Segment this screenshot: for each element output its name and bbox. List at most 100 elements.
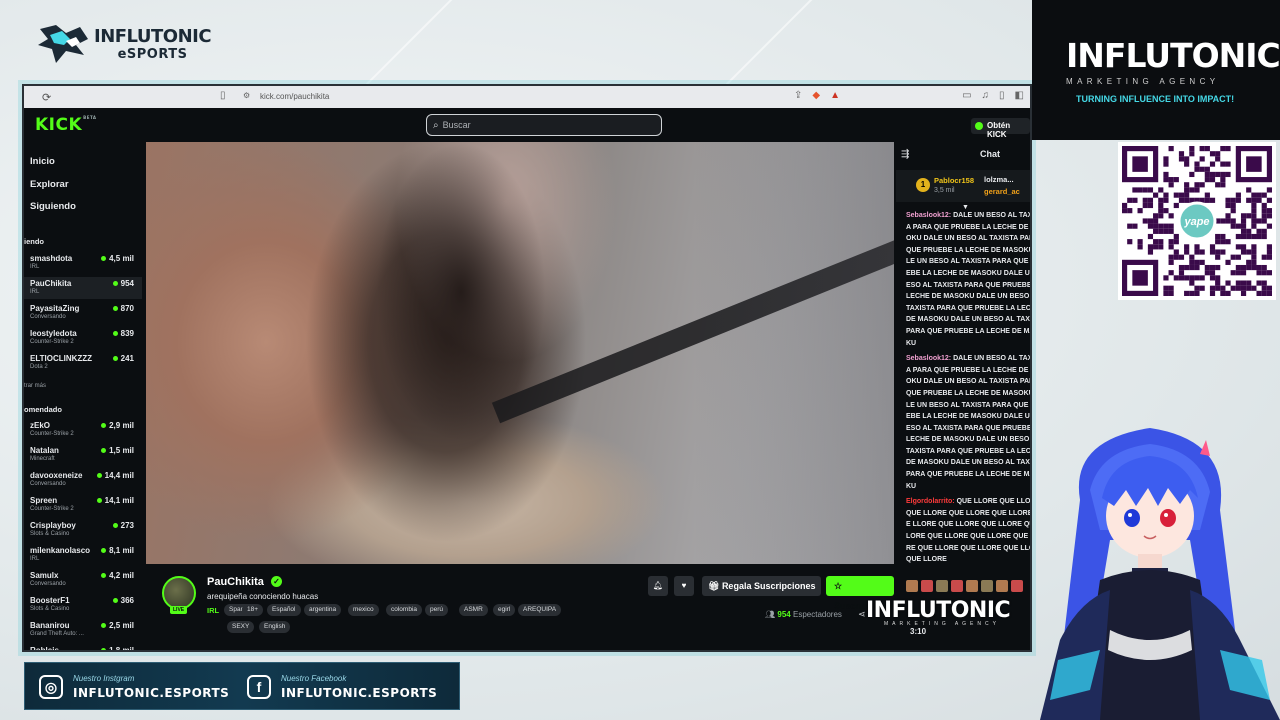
sidebar-channel[interactable]: BoosterF1 Slots & Casino 366 [24,594,142,616]
channel-category: Slots & Casino [30,531,70,537]
overlay-word: INFLUTONIC [866,598,1011,623]
window-icon[interactable]: ◧ [1015,90,1024,101]
stream-tag[interactable]: SEXY [227,621,255,633]
decor-stripe [725,0,855,86]
sidebar-channel[interactable]: PauChikita IRL 954 [24,277,142,299]
site-settings-icon[interactable]: ⚙ [243,91,250,100]
chat-title: Chat [980,149,1000,159]
channel-viewers: 14,4 mil [97,471,134,480]
search-box[interactable]: ⌕ [426,114,662,136]
instagram-icon: ◎ [39,675,63,699]
stream-tag[interactable]: English [259,621,291,633]
top-gifter-name[interactable]: Pablocr158 [934,176,974,185]
chat-panel: ⇶ Chat 1 Pablocr158 3,5 mil lolzma... ge… [896,142,1030,650]
emote-bar[interactable] [906,580,1023,592]
streamer-avatar[interactable] [162,576,196,610]
nav-following[interactable]: Siguiendo [30,201,76,212]
emote-icon[interactable] [921,580,933,592]
sidebar-channel[interactable]: smashdota IRL 4,5 mil [24,252,142,274]
stream-tag[interactable]: ASMR [459,604,488,616]
share-icon[interactable]: ⋖ [858,609,866,620]
sidebar-channel[interactable]: davooxeneize Conversando 14,4 mil [24,469,142,491]
emote-icon[interactable] [981,580,993,592]
nav-explore[interactable]: Explorar [30,179,69,190]
sidebar-channel[interactable]: Spreen Counter-Strike 2 14,1 mil [24,494,142,516]
recommended-section-header: omendado [24,405,62,414]
channel-name: Robleis [30,646,59,650]
brave-shield-icon[interactable]: ◆ [812,90,820,101]
get-kick-button[interactable]: Obtén KICK [971,118,1030,139]
sidebar-channel[interactable]: ELTIOCLINKZZZ Dota 2 241 [24,352,142,374]
gift-subs-button[interactable]: 🎁︎ Regala Suscripciones [702,576,822,596]
chat-username[interactable]: Sebaslook12: [906,355,951,362]
follow-heart-button[interactable]: ♥ [674,576,694,596]
channel-name: davooxeneize [30,471,83,480]
show-more-link[interactable]: trar más [24,383,46,389]
stream-uptime: 3:10 [910,627,927,636]
stream-tag[interactable]: argentina [304,604,342,616]
stream-tag[interactable]: egirl [493,604,516,616]
emote-icon[interactable] [966,580,978,592]
channel-name: Natalan [30,446,59,455]
url-text[interactable]: kick.com/pauchikita [260,92,329,101]
emote-icon[interactable] [906,580,918,592]
media-icon[interactable]: ♫ [982,90,990,101]
channel-name: BoosterF1 [30,596,70,605]
stream-tag[interactable]: Español [267,604,301,616]
chat-collapse-icon[interactable]: ⇶ [901,149,909,160]
subscribe-button[interactable]: ☆ Suscribirse [826,576,894,611]
sidebar-channel[interactable]: PayasitaZing Conversando 870 [24,302,142,324]
verified-icon: ✓ [271,576,282,587]
search-input[interactable] [442,120,643,130]
brave-rewards-icon[interactable]: ▲ [830,90,840,101]
gifter-name[interactable]: lolzma... [984,175,1014,184]
address-bar: ⟳ ▯ ⚙ kick.com/pauchikita ⇪ ◆ ▲ ▭ ♫ ▯ ◧ [24,86,1030,108]
stream-tag[interactable]: perú [425,604,449,616]
sidebar-channel[interactable]: zEkO Counter-Strike 2 2,9 mil [24,419,142,441]
emote-icon[interactable] [996,580,1008,592]
stream-tag[interactable]: AREQUIPA [518,604,562,616]
channel-category: Conversando [30,314,66,320]
emote-icon[interactable] [951,580,963,592]
tabs-icon[interactable]: ▯ [999,90,1005,101]
sidebar-channel[interactable]: leostyledota Counter-Strike 2 839 [24,327,142,349]
sidebar-channel[interactable]: milenkanolasco IRL 8,1 mil [24,544,142,566]
sidebar-toggle-icon[interactable]: ▭ [962,90,971,101]
channel-category: Grand Theft Auto: ... [30,631,84,637]
sidebar-channel[interactable]: Samulx Conversando 4,2 mil [24,569,142,591]
stream-tag[interactable]: 18+ [242,604,264,616]
emote-icon[interactable] [1011,580,1023,592]
stream-category[interactable]: IRL [207,606,219,615]
reload-icon[interactable]: ⟳ [42,91,51,104]
yape-qr-code: yape [1118,142,1276,300]
channel-name: PauChikita [30,279,72,288]
notification-bell-button[interactable]: 🔔︎ [648,576,668,596]
chat-username[interactable]: Elgordolarrito: [906,498,955,505]
video-frame-detail [694,142,894,564]
sidebar-channel[interactable]: Natalan Minecraft 1,5 mil [24,444,142,466]
influtonic-overlay-logo: INFLUTONIC MARKETING AGENCY 3:10 [866,598,1011,638]
chat-message: Elgordolarrito: QUE LLORE QUE LLORE QUE … [906,496,1030,566]
sidebar-channel[interactable]: Bananirou Grand Theft Auto: ... 2,5 mil [24,619,142,641]
chat-username[interactable]: Sebaslook12: [906,212,951,219]
bookmark-icon[interactable]: ▯ [220,90,226,101]
share-page-icon[interactable]: ⇪ [794,90,802,101]
nav-home[interactable]: Inicio [30,156,55,167]
channel-viewers: 273 [113,521,134,530]
streamer-name[interactable]: PauChikita [207,576,264,588]
emote-icon[interactable] [936,580,948,592]
sidebar-channel[interactable]: Robleis 1,8 mil [24,644,142,650]
facebook-icon: f [247,675,271,699]
video-player[interactable] [146,142,894,564]
gifter-name[interactable]: gerard_ac [984,187,1020,196]
channel-viewers: 954 [113,279,134,288]
stream-tag[interactable]: mexico [348,604,379,616]
sidebar-channel[interactable]: Crisplayboy Slots & Casino 273 [24,519,142,541]
channel-name: zEkO [30,421,51,430]
channel-viewers: 2,9 mil [101,421,134,430]
kick-logo[interactable]: KICKBETA [35,115,96,135]
stream-tag[interactable]: colombia [386,604,423,616]
vtuber-avatar [1040,428,1280,720]
channel-name: smashdota [30,254,73,263]
channel-viewers: 366 [113,596,134,605]
